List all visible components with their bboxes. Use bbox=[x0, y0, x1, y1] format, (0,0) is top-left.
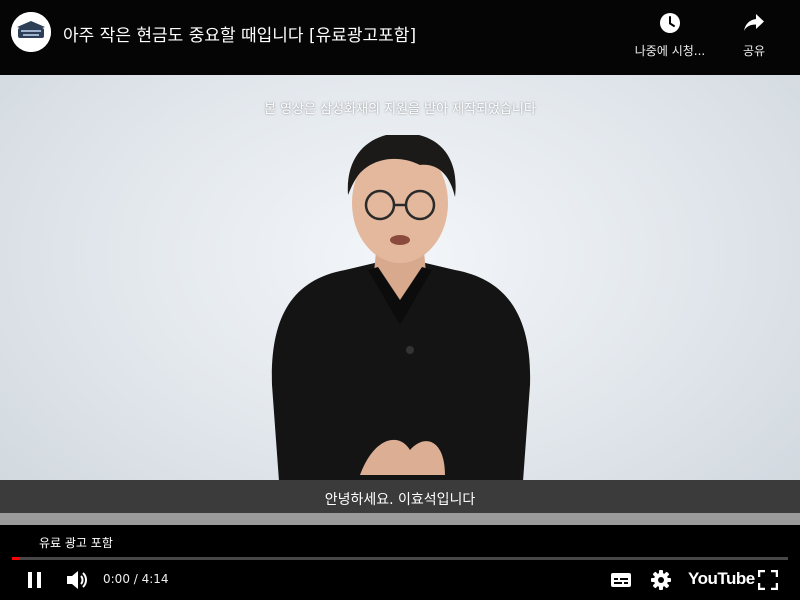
paid-promotion-label[interactable]: 유료 광고 포함 bbox=[39, 534, 113, 551]
volume-icon[interactable] bbox=[65, 569, 89, 591]
settings-gear-icon[interactable] bbox=[650, 569, 672, 591]
youtube-logo[interactable]: YouTube bbox=[688, 569, 755, 589]
clock-icon bbox=[660, 13, 680, 33]
table-edge bbox=[0, 513, 800, 525]
pause-icon[interactable] bbox=[26, 571, 44, 589]
video-frame[interactable]: 본 영상은 삼성화재의 지원을 받아 제작되었습니다 안녕하세요. 이효석입니다 bbox=[0, 75, 800, 525]
share-arrow-icon bbox=[744, 14, 764, 31]
share-button[interactable]: 공유 bbox=[730, 12, 778, 59]
video-title[interactable]: 아주 작은 현금도 중요할 때입니다 [유료광고포함] bbox=[63, 21, 416, 46]
channel-avatar[interactable] bbox=[11, 12, 51, 52]
channel-logo-icon bbox=[11, 12, 51, 52]
presenter-image bbox=[271, 135, 531, 495]
subtitles-icon[interactable] bbox=[610, 572, 632, 588]
subtitle-text: 안녕하세요. 이효석입니다 bbox=[324, 492, 476, 508]
progress-bar[interactable] bbox=[12, 557, 788, 560]
top-bar: 아주 작은 현금도 중요할 때입니다 [유료광고포함] 나중에 시청... 공유 bbox=[0, 0, 800, 75]
share-label: 공유 bbox=[742, 44, 766, 58]
progress-fill bbox=[12, 557, 20, 560]
time-display: 0:00 / 4:14 bbox=[103, 572, 169, 586]
sponsor-caption: 본 영상은 삼성화재의 지원을 받아 제작되었습니다 bbox=[264, 102, 536, 117]
watch-later-label: 나중에 시청... bbox=[634, 44, 706, 58]
fullscreen-icon[interactable] bbox=[758, 570, 778, 590]
watch-later-button[interactable]: 나중에 시청... bbox=[622, 12, 718, 59]
player-controls bbox=[0, 525, 800, 600]
